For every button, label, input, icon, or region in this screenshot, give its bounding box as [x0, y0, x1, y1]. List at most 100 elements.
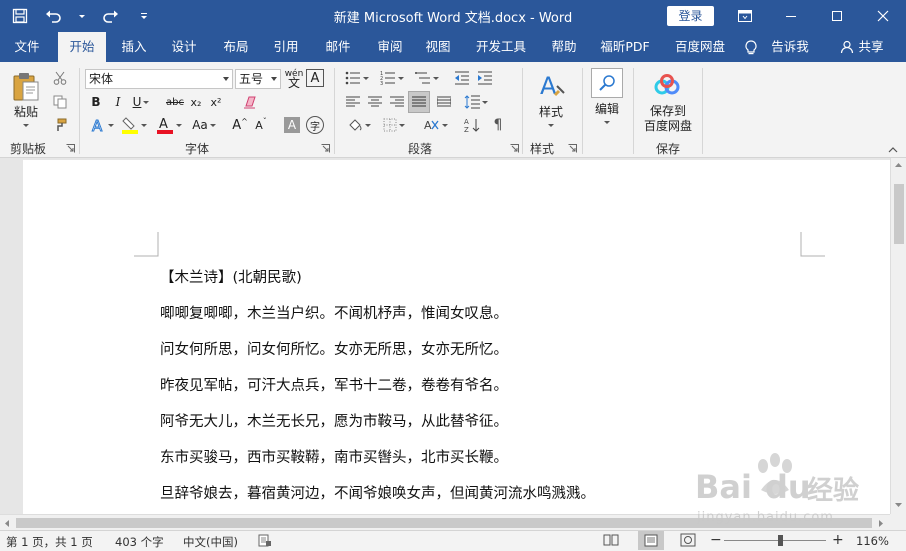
save-to-baidu-label-line2[interactable]: 百度网盘 [640, 117, 696, 133]
language-indicator[interactable]: 中文(中国) [183, 534, 238, 550]
scroll-down-icon[interactable] [894, 502, 903, 508]
strikethrough-button[interactable]: abc [163, 92, 187, 112]
collapse-ribbon-icon[interactable] [886, 144, 900, 156]
scroll-left-icon[interactable] [4, 519, 10, 528]
zoom-out-button[interactable]: − [710, 532, 722, 548]
shading-icon[interactable] [343, 115, 375, 135]
share-button[interactable]: 共享 [854, 32, 888, 62]
editing-dropdown-icon[interactable] [588, 117, 626, 127]
cut-icon[interactable] [50, 68, 70, 88]
tab-baidu-netdisk[interactable]: 百度网盘 [664, 32, 736, 62]
font-name-combo[interactable]: 宋体 [85, 69, 233, 89]
clipboard-dialog-launcher-icon[interactable] [66, 144, 75, 153]
subscript-button[interactable]: x₂ [187, 92, 205, 112]
vertical-scrollbar-thumb[interactable] [894, 184, 904, 244]
tab-insert[interactable]: 插入 [112, 32, 156, 62]
styles-dialog-launcher-icon[interactable] [568, 144, 577, 153]
close-icon[interactable] [860, 0, 906, 32]
styles-icon[interactable]: A [532, 68, 572, 102]
redo-icon[interactable] [100, 6, 120, 26]
copy-icon[interactable] [50, 92, 70, 112]
underline-label: U [132, 95, 142, 109]
customize-toolbar-icon[interactable] [134, 6, 154, 26]
tab-layout[interactable]: 布局 [214, 32, 258, 62]
font-name-value: 宋体 [89, 72, 114, 86]
maximize-icon[interactable] [814, 0, 860, 32]
tab-developer[interactable]: 开发工具 [468, 32, 534, 62]
paragraph-dialog-launcher-icon[interactable] [510, 144, 519, 153]
borders-icon[interactable] [378, 115, 410, 135]
superscript-button[interactable]: x² [207, 92, 225, 112]
align-left-icon[interactable] [343, 92, 363, 112]
paste-icon[interactable] [6, 68, 46, 104]
ribbon-display-options-icon[interactable] [722, 0, 768, 32]
show-paragraph-marks-icon[interactable]: ¶ [488, 115, 508, 135]
font-dialog-launcher-icon[interactable] [321, 144, 330, 153]
italic-button[interactable]: I [109, 92, 127, 112]
bullets-icon[interactable] [341, 68, 373, 88]
tab-view[interactable]: 视图 [416, 32, 460, 62]
zoom-slider-thumb[interactable] [778, 535, 783, 546]
sort-icon[interactable]: AZ [462, 115, 482, 135]
styles-button-label[interactable]: 样式 [530, 103, 572, 119]
read-mode-icon[interactable] [603, 533, 619, 550]
tab-help[interactable]: 帮助 [542, 32, 586, 62]
styles-dropdown-icon[interactable] [530, 120, 572, 130]
baidu-netdisk-icon[interactable] [652, 72, 682, 98]
increase-indent-icon[interactable] [475, 68, 495, 88]
scroll-up-icon[interactable] [894, 162, 903, 168]
distributed-icon[interactable] [434, 92, 454, 112]
zoom-in-button[interactable]: + [832, 532, 844, 548]
web-layout-icon[interactable] [680, 533, 696, 550]
tab-foxit-pdf[interactable]: 福昕PDF [594, 32, 656, 62]
editing-button-label[interactable]: 编辑 [588, 100, 626, 116]
tab-design[interactable]: 设计 [162, 32, 206, 62]
clear-formatting-icon[interactable] [241, 92, 261, 112]
shrink-font-button[interactable]: Aˇ [252, 115, 270, 135]
phonetic-guide-icon[interactable]: wén 文 [284, 68, 304, 90]
find-icon[interactable] [591, 68, 623, 98]
zoom-slider-track[interactable] [724, 540, 826, 541]
page-count[interactable]: 第 1 页，共 1 页 [6, 534, 93, 550]
save-icon[interactable] [10, 6, 30, 26]
undo-dropdown-icon[interactable] [78, 6, 86, 26]
tab-home[interactable]: 开始 [58, 32, 106, 62]
document-line: 阿爷无大儿，木兰无长兄，愿为市鞍马，从此替爷征。 [160, 414, 508, 430]
tab-review[interactable]: 审阅 [368, 32, 412, 62]
undo-icon[interactable] [44, 6, 64, 26]
tell-me-search[interactable]: 告诉我 [764, 32, 816, 62]
character-shading-icon[interactable]: A [284, 117, 300, 133]
line-spacing-icon[interactable] [460, 92, 492, 112]
numbering-icon[interactable]: 123 [376, 68, 408, 88]
align-right-icon[interactable] [387, 92, 407, 112]
word-count[interactable]: 403 个字 [115, 534, 164, 550]
underline-button[interactable]: U [131, 92, 151, 112]
decrease-indent-icon[interactable] [452, 68, 472, 88]
justify-icon[interactable] [408, 91, 430, 113]
chinese-layout-icon[interactable]: A [420, 115, 452, 135]
text-effects-icon[interactable]: A [87, 115, 117, 135]
zoom-level[interactable]: 116% [856, 534, 889, 548]
grow-font-button[interactable]: A ^ [231, 115, 249, 135]
multilevel-list-icon[interactable] [411, 68, 443, 88]
tab-mailings[interactable]: 邮件 [316, 32, 360, 62]
align-center-icon[interactable] [365, 92, 385, 112]
paste-label[interactable]: 粘贴 [6, 103, 46, 119]
character-border-icon[interactable]: A [306, 69, 324, 87]
bold-button[interactable]: B [87, 92, 105, 112]
tab-file[interactable]: 文件 [4, 32, 50, 62]
person-icon [840, 40, 854, 57]
enclose-characters-icon[interactable]: 字 [306, 116, 324, 134]
change-case-button[interactable]: Aa [189, 115, 219, 135]
text-highlight-color-icon[interactable] [119, 115, 149, 135]
paste-dropdown-icon[interactable] [6, 120, 46, 130]
login-button[interactable]: 登录 [667, 6, 714, 26]
print-layout-icon[interactable] [638, 531, 664, 550]
ribbon-tab-bar: 文件 开始 插入 设计 布局 引用 邮件 审阅 视图 开发工具 帮助 福昕PDF… [0, 32, 906, 62]
format-painter-icon[interactable] [50, 115, 70, 135]
font-color-icon[interactable]: A [154, 115, 184, 135]
font-size-combo[interactable]: 五号 [235, 69, 281, 89]
macro-record-icon[interactable] [258, 534, 272, 550]
minimize-icon[interactable] [768, 0, 814, 32]
tab-references[interactable]: 引用 [264, 32, 308, 62]
